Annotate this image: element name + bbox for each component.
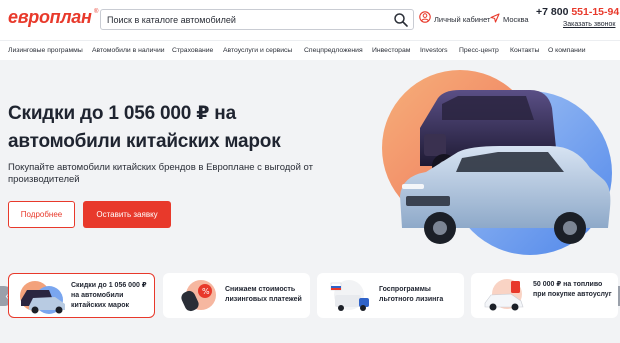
logo-registered-mark: ® (94, 9, 99, 15)
header: европлан ® Личный кабинет Москва +7 800 … (0, 0, 620, 40)
promo-card-fuel-bonus[interactable]: 50 000 ₽ на топливо при покупке автоуслу… (471, 273, 618, 318)
location-arrow-icon (490, 10, 500, 28)
promo-card-title: 50 000 ₽ на топливо при покупке автоуслу… (533, 281, 612, 298)
city-label: Москва (503, 14, 529, 24)
apply-button[interactable]: Оставить заявку (83, 201, 171, 228)
promo-card-government-programs[interactable]: Госпрограммы льготного лизинга (317, 273, 464, 318)
promo-card-title: Скидки до 1 056 000 ₽ на автомобили кита… (71, 282, 147, 309)
personal-cabinet-link[interactable]: Личный кабинет (419, 10, 491, 28)
nav-item-press-center[interactable]: Пресс-центр (459, 47, 499, 54)
hero-title: Скидки до 1 056 000 ₽ на автомобили кита… (8, 103, 281, 152)
nav-item-contacts[interactable]: Контакты (510, 47, 539, 54)
promo-card-title: Госпрограммы льготного лизинга (379, 286, 444, 303)
promo-card-reduce-payments[interactable]: % Снижаем стоимость лизинговых платежей (163, 273, 310, 318)
nav-item-about[interactable]: О компании (548, 47, 586, 54)
nav-item-special-offers[interactable]: Спецпредложения (304, 47, 363, 54)
nav-item-auto-services[interactable]: Автоуслуги и сервисы (223, 47, 292, 54)
hero-cars-image (382, 70, 612, 255)
personal-cabinet-label: Личный кабинет (434, 14, 491, 24)
promo-card-title: Снижаем стоимость лизинговых платежей (225, 286, 302, 303)
callback-link[interactable]: Заказать звонок (563, 21, 615, 28)
promo-card-fuel-car-image (484, 279, 524, 311)
promo-card-car-key-image: % (181, 280, 216, 312)
svg-text:%: % (202, 287, 210, 296)
search-input[interactable] (107, 12, 387, 27)
search-icon[interactable] (393, 12, 409, 28)
promo-card-truck-image (330, 280, 369, 311)
city-selector[interactable]: Москва (490, 12, 529, 26)
phone-number[interactable]: +7 800 551-15-94 (536, 6, 619, 18)
nav-item-leasing-programs[interactable]: Лизинговые программы (8, 47, 83, 54)
phone-digits: 551-15-94 (571, 6, 620, 18)
phone-prefix: +7 800 (536, 6, 572, 18)
nav-item-cars-in-stock[interactable]: Автомобили в наличии (92, 47, 165, 54)
hero-banner: Скидки до 1 056 000 ₽ на автомобили кита… (0, 60, 620, 343)
nav-item-investors-en[interactable]: Investors (420, 47, 448, 54)
user-icon (419, 10, 431, 28)
main-nav: Лизинговые программы Автомобили в наличи… (0, 40, 620, 60)
search-box (100, 9, 414, 30)
logo[interactable]: европлан ® (8, 7, 98, 27)
more-button[interactable]: Подробнее (8, 201, 75, 228)
hero-subtitle: Покупайте автомобили китайских брендов в… (8, 162, 313, 185)
promo-card-chinese-cars[interactable]: Скидки до 1 056 000 ₽ на автомобили кита… (8, 273, 155, 318)
logo-text: европлан (8, 7, 92, 27)
nav-item-insurance[interactable]: Страхование (172, 47, 213, 54)
promo-card-cars-image (20, 281, 65, 314)
nav-item-investors-ru[interactable]: Инвесторам (372, 47, 410, 54)
